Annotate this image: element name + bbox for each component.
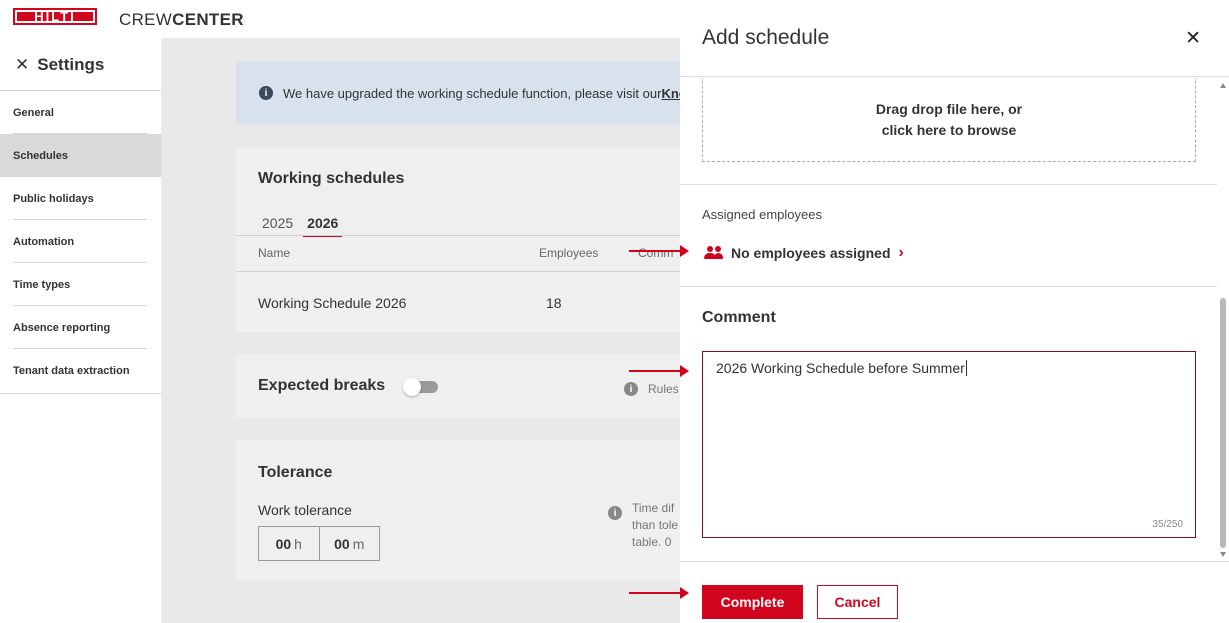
close-icon[interactable]: ✕ [15, 55, 29, 75]
year-tabs: 2025 2026 [262, 215, 343, 237]
annotation-arrow [629, 245, 689, 257]
annotation-arrow [629, 587, 689, 599]
sidebar-item-time-types[interactable]: Time types [0, 263, 161, 306]
panel-scrollbar[interactable] [1217, 78, 1229, 561]
divider [0, 393, 161, 394]
divider [680, 286, 1217, 287]
panel-header: Add schedule ✕ [680, 0, 1229, 77]
annotation-arrow [629, 365, 689, 377]
scroll-down-icon[interactable] [1220, 552, 1226, 557]
info-icon: i [259, 86, 273, 100]
column-header-name[interactable]: Name [258, 246, 290, 260]
knowledge-link[interactable]: Kno [661, 86, 680, 101]
column-header-employees[interactable]: Employees [539, 246, 598, 260]
comment-textarea[interactable]: 2026 Working Schedule before Summer 35/2… [702, 351, 1196, 538]
card-title: Working schedules [258, 170, 405, 187]
app-name: CREWCENTER [119, 10, 244, 29]
sidebar-item-absence-reporting[interactable]: Absence reporting [0, 306, 161, 349]
tab-2025[interactable]: 2025 [262, 215, 293, 231]
card-title: Expected breaks [258, 377, 386, 394]
settings-title[interactable]: ✕ Settings [15, 55, 104, 75]
sidebar-item-schedules[interactable]: Schedules [0, 134, 161, 177]
scroll-up-icon[interactable] [1220, 83, 1226, 88]
divider [680, 184, 1217, 185]
tab-2026[interactable]: 2026 [303, 215, 343, 237]
sidebar-item-tenant-data-extraction[interactable]: Tenant data extraction [0, 349, 161, 392]
info-icon: i [624, 382, 638, 396]
complete-button[interactable]: Complete [702, 585, 803, 619]
sidebar-item-public-holidays[interactable]: Public holidays [0, 177, 161, 220]
settings-sidebar: ✕ Settings General Schedules Public holi… [0, 38, 161, 623]
top-bar: HILTI CREWCENTER [0, 0, 680, 38]
add-schedule-panel: Add schedule ✕ Drag drop file here, or c… [680, 0, 1229, 623]
file-dropzone[interactable]: Drag drop file here, or click here to br… [702, 78, 1196, 162]
character-counter: 35/250 [1152, 519, 1183, 530]
hours-field[interactable]: 00 h [259, 527, 320, 560]
people-icon [704, 246, 723, 260]
expected-breaks-toggle[interactable] [403, 378, 438, 396]
scrollbar-thumb[interactable] [1220, 298, 1226, 548]
assign-employees-link[interactable]: No employees assigned › [704, 244, 904, 262]
sidebar-item-automation[interactable]: Automation [0, 220, 161, 263]
text-cursor [965, 360, 967, 376]
work-tolerance-label: Work tolerance [258, 502, 352, 518]
hilti-logo[interactable]: HILTI [13, 8, 97, 25]
upgrade-banner: i We have upgraded the working schedule … [236, 61, 680, 125]
tolerance-info: i Time dif than tole table. 0 [608, 500, 678, 551]
sidebar-item-general[interactable]: General [0, 91, 161, 134]
working-schedules-card: Working schedules 2025 2026 Name Employe… [236, 147, 680, 332]
panel-body: Drag drop file here, or click here to br… [680, 78, 1229, 561]
expected-breaks-card: Expected breaks i Rules [236, 354, 680, 418]
comment-title: Comment [702, 309, 776, 326]
card-title: Tolerance [258, 464, 333, 481]
column-header-comment[interactable]: Comm [638, 246, 673, 260]
rules-info: i Rules [624, 382, 679, 396]
work-tolerance-input: 00 h 00 m [258, 526, 380, 561]
assigned-employees-label: Assigned employees [702, 207, 822, 222]
info-icon: i [608, 506, 622, 520]
tolerance-card: Tolerance Work tolerance 00 h 00 m i Time … [236, 440, 680, 581]
main-content: i We have upgraded the working schedule … [161, 38, 680, 623]
panel-title: Add schedule [702, 26, 830, 49]
chevron-right-icon: › [898, 244, 904, 261]
close-icon[interactable]: ✕ [1185, 27, 1201, 50]
schedule-name-cell[interactable]: Working Schedule 2026 [258, 295, 406, 311]
minutes-field[interactable]: 00 m [320, 527, 380, 560]
cancel-button[interactable]: Cancel [817, 585, 898, 619]
panel-footer: Complete Cancel [680, 561, 1229, 623]
schedule-employees-cell: 18 [546, 295, 562, 311]
